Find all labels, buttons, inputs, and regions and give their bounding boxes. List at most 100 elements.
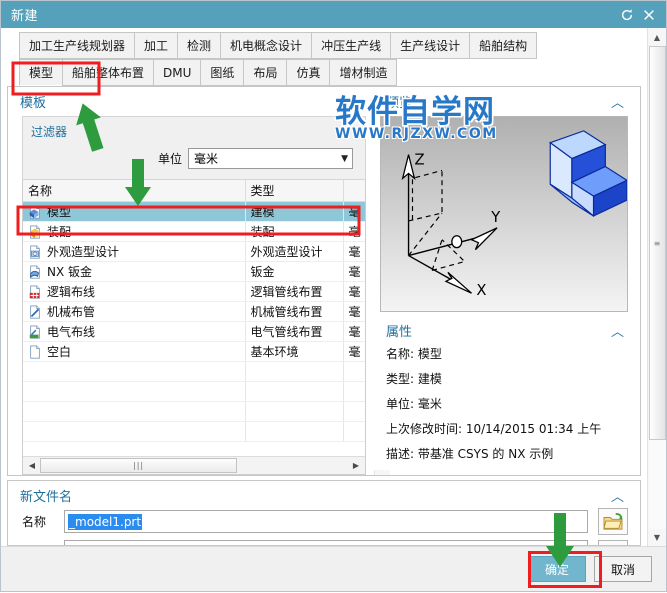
cell-units: 毫 xyxy=(343,321,365,342)
ok-button[interactable]: 确定 xyxy=(528,556,586,582)
tab-label: 生产线设计 xyxy=(400,39,461,53)
tab-label: DMU xyxy=(163,66,192,80)
folder-open-icon[interactable] xyxy=(598,508,628,535)
table-row[interactable] xyxy=(23,361,365,382)
unit-label: 单位 xyxy=(157,152,182,166)
dialog-vertical-scrollbar[interactable]: ▲ ≡ ▼ xyxy=(647,28,666,546)
filter-box: 过滤器 单位 毫米 ▼ xyxy=(22,116,366,180)
cell-name: 外观造型设计 xyxy=(23,241,246,262)
cell-name: 模型 xyxy=(23,201,246,222)
cell-units xyxy=(343,361,365,382)
chevron-down-icon: ▼ xyxy=(341,153,348,164)
tab-label: 增材制造 xyxy=(339,66,388,80)
arrow-right-icon[interactable]: ▶ xyxy=(348,458,364,473)
cell-units xyxy=(343,381,365,402)
arrow-up-icon[interactable]: ▲ xyxy=(374,470,391,475)
tab-生产线设计[interactable]: 生产线设计 xyxy=(390,32,471,59)
unit-row: 单位 毫米 ▼ xyxy=(31,148,357,169)
cell-type: 基本环境 xyxy=(245,341,344,362)
table-row[interactable] xyxy=(23,381,365,402)
name-cell-content: 模型 xyxy=(28,203,240,220)
table-row[interactable] xyxy=(23,421,365,442)
tab-加工生产线规划器[interactable]: 加工生产线规划器 xyxy=(19,32,136,59)
new-file-dialog: 新建 加工生产线规划器 加工 检测 机电概念设计 冲压生产线 生产线设计 船舶结构 模型 船舶… xyxy=(0,0,667,592)
property-line: 单位: 毫米 xyxy=(386,397,442,411)
filename-input[interactable]: _model1.prt xyxy=(64,510,588,533)
property-line: 类型: 建模 xyxy=(386,372,442,386)
hscroll-track[interactable]: ||| xyxy=(40,458,348,473)
arrow-up-icon[interactable]: ▲ xyxy=(649,29,666,46)
reset-icon[interactable] xyxy=(616,4,638,26)
table-row[interactable]: 装配 装配毫 xyxy=(23,221,365,242)
new-filename-section: 新文件名 ︿ 名称 _model1.prt xyxy=(7,480,641,546)
table-column-header[interactable]: 名称 xyxy=(23,180,246,202)
tab-DMU[interactable]: DMU xyxy=(153,59,202,86)
tab-冲压生产线[interactable]: 冲压生产线 xyxy=(311,32,392,59)
filename-row: 名称 _model1.prt xyxy=(8,508,640,535)
tab-船舶结构[interactable]: 船舶结构 xyxy=(469,32,538,59)
chevron-up-icon[interactable]: ︿ xyxy=(611,486,632,505)
template-section-header: 模板 xyxy=(8,87,374,114)
arrow-down-icon[interactable]: ▼ xyxy=(649,529,666,546)
tab-船舶整体布置[interactable]: 船舶整体布置 xyxy=(62,59,155,86)
new-filename-title: 新文件名 xyxy=(20,490,73,505)
cell-type: 建模 xyxy=(245,201,344,222)
filename-label: 名称 xyxy=(22,515,47,529)
new-filename-header: 新文件名 ︿ xyxy=(8,481,640,508)
table-row[interactable]: 机械布管 机械管线布置毫 xyxy=(23,301,365,322)
table-row[interactable]: 电气布线 电气管线布置毫 xyxy=(23,321,365,342)
cell-name xyxy=(23,401,246,422)
cell-name xyxy=(23,421,246,442)
close-icon[interactable] xyxy=(638,4,660,26)
axis-label-y: Y xyxy=(490,209,501,226)
dialog-vscroll-thumb[interactable]: ≡ xyxy=(648,46,666,440)
table-row[interactable]: 模型 建模毫 xyxy=(23,201,365,222)
routing-mech-icon xyxy=(30,304,40,319)
table-row[interactable]: NX 钣金 钣金毫 xyxy=(23,261,365,282)
tab-增材制造[interactable]: 增材制造 xyxy=(329,59,398,86)
cell-type: 机械管线布置 xyxy=(245,301,344,322)
table-row[interactable]: 空白 基本环境毫 xyxy=(23,341,365,362)
tab-label: 加工 xyxy=(144,39,169,53)
cell-type xyxy=(245,421,344,442)
tab-检测[interactable]: 检测 xyxy=(177,32,222,59)
tab-label: 加工生产线规划器 xyxy=(29,39,126,53)
arrow-left-icon[interactable]: ◀ xyxy=(24,458,40,473)
table-column-header[interactable] xyxy=(343,180,365,202)
tab-仿真[interactable]: 仿真 xyxy=(286,59,331,86)
table-row[interactable]: 外观造型设计 外观造型设计毫 xyxy=(23,241,365,262)
table-row[interactable] xyxy=(23,401,365,422)
table-header-row: 名称 类型 xyxy=(23,180,365,202)
dialog-body: 加工生产线规划器 加工 检测 机电概念设计 冲压生产线 生产线设计 船舶结构 模型 船舶整体布… xyxy=(1,28,666,546)
template-name: 模型 xyxy=(47,205,72,219)
table-column-header[interactable]: 类型 xyxy=(245,180,344,202)
properties-section-title: 属性 xyxy=(386,325,413,340)
dialog-vscroll-track[interactable]: ≡ xyxy=(648,46,666,529)
chevron-up-icon[interactable]: ︿ xyxy=(611,92,632,111)
preview-section-title: 预览 xyxy=(386,96,413,111)
tab-图纸[interactable]: 图纸 xyxy=(200,59,245,86)
cancel-button[interactable]: 取消 xyxy=(594,556,652,582)
tab-加工[interactable]: 加工 xyxy=(134,32,179,59)
preview-properties-column: 预览 ︿ Z Y X 属性 ︿ 名称: 模型 类型: 建模 单位: 毫米 上次修… xyxy=(374,87,640,470)
cell-type xyxy=(245,361,344,382)
name-cell-content: 装配 xyxy=(28,223,240,240)
unit-select[interactable]: 毫米 ▼ xyxy=(188,148,353,169)
hscroll-thumb[interactable]: ||| xyxy=(40,458,238,473)
inner-vertical-scrollbar[interactable]: ▲ ≡ xyxy=(374,470,391,475)
tab-label: 船舶整体布置 xyxy=(72,66,145,80)
table-row[interactable]: 逻辑布线 逻辑管线布置毫 xyxy=(23,281,365,302)
tab-label: 仿真 xyxy=(296,66,321,80)
tab-模型[interactable]: 模型 xyxy=(19,59,64,86)
property-line: 上次修改时间: 10/14/2015 01:34 上午 xyxy=(386,422,602,436)
chevron-up-icon[interactable]: ︿ xyxy=(611,321,632,340)
tab-布局[interactable]: 布局 xyxy=(243,59,288,86)
horizontal-scrollbar[interactable]: ◀ ||| ▶ xyxy=(23,456,365,474)
blank-icon xyxy=(30,344,40,359)
preview-image: Z Y X xyxy=(380,116,628,312)
name-cell-content: 机械布管 xyxy=(28,303,240,320)
tab-机电概念设计[interactable]: 机电概念设计 xyxy=(220,32,313,59)
template-name: 电气布线 xyxy=(47,325,96,339)
template-table: 名称 类型 模型 建模毫 装配 装配毫外观造型设计 外观造型设计毫 NX 钣金 钣金毫逻辑布线… xyxy=(23,180,365,442)
tab-row-secondary: 模型 船舶整体布置 DMU 图纸 布局 仿真 增材制造 xyxy=(1,59,647,86)
